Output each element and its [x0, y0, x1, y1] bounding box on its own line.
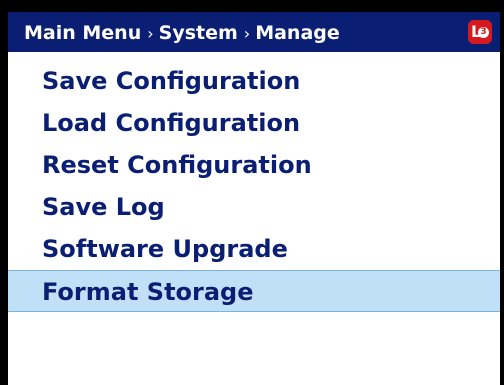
- menu-item-format-storage[interactable]: Format Storage: [8, 270, 500, 312]
- title-bar: Main Menu › System › Manage L 3: [8, 12, 500, 52]
- manage-menu: Save Configuration Load Configuration Re…: [8, 60, 500, 312]
- breadcrumb-separator-icon: ›: [243, 24, 251, 43]
- breadcrumb-main-menu[interactable]: Main Menu: [24, 22, 141, 44]
- menu-item-load-configuration[interactable]: Load Configuration: [8, 102, 500, 144]
- menu-item-reset-configuration[interactable]: Reset Configuration: [8, 144, 500, 186]
- l3-logo-icon: L 3: [468, 20, 492, 44]
- logo-digit: 3: [478, 27, 489, 38]
- breadcrumb-system[interactable]: System: [159, 22, 238, 44]
- device-screen: Main Menu › System › Manage L 3 Save Configu…: [0, 0, 504, 385]
- breadcrumb-manage: Manage: [255, 22, 340, 44]
- menu-item-save-log[interactable]: Save Log: [8, 186, 500, 228]
- menu-item-software-upgrade[interactable]: Software Upgrade: [8, 228, 500, 270]
- breadcrumb-separator-icon: ›: [147, 24, 154, 43]
- menu-item-save-configuration[interactable]: Save Configuration: [8, 60, 500, 102]
- breadcrumb: Main Menu › System › Manage: [24, 21, 340, 45]
- menu-panel: Main Menu › System › Manage L 3 Save Configu…: [8, 12, 500, 385]
